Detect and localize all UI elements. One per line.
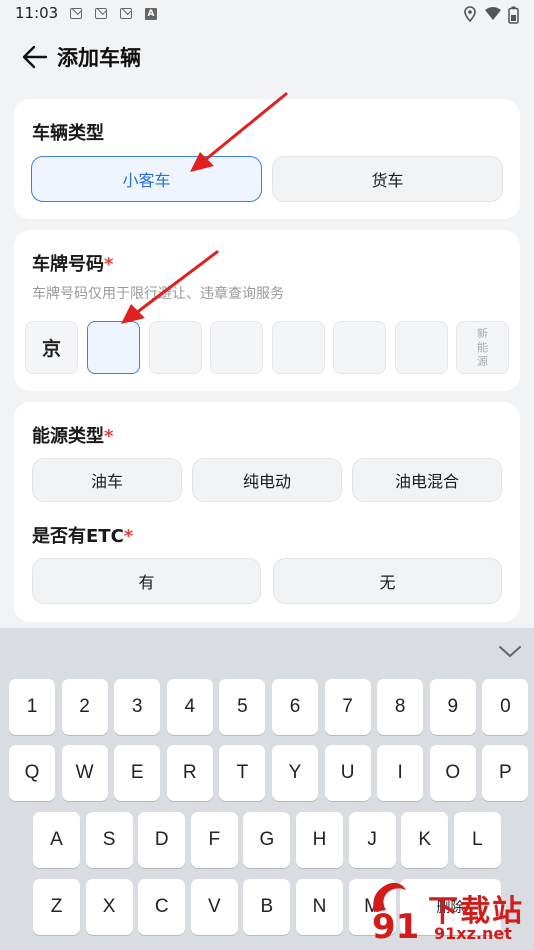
etc-title: 是否有ETC* bbox=[32, 526, 134, 547]
key-b[interactable]: B bbox=[243, 879, 291, 935]
vehicle-type-title: 车辆类型 bbox=[32, 123, 104, 144]
energy-type-title: 能源类型* bbox=[32, 426, 114, 447]
status-time: 11:03 bbox=[15, 4, 59, 22]
plate-char-input-4[interactable] bbox=[272, 321, 325, 374]
key-a[interactable]: A bbox=[33, 812, 80, 868]
plate-char-input-3[interactable] bbox=[210, 321, 263, 374]
app-header: 添加车辆 bbox=[0, 28, 534, 88]
new-energy-label-char: 新 bbox=[477, 326, 488, 340]
plate-char-input-6[interactable] bbox=[395, 321, 448, 374]
key-u[interactable]: U bbox=[324, 745, 371, 801]
key-0[interactable]: 0 bbox=[482, 679, 529, 735]
location-icon bbox=[464, 6, 476, 22]
key-2[interactable]: 2 bbox=[61, 679, 108, 735]
key-j[interactable]: J bbox=[348, 812, 396, 868]
vehicle-type-truck-button[interactable]: 货车 bbox=[272, 156, 503, 202]
key-q[interactable]: Q bbox=[9, 745, 55, 801]
page-title: 添加车辆 bbox=[57, 46, 141, 70]
key-6[interactable]: 6 bbox=[272, 679, 318, 735]
key-z[interactable]: Z bbox=[33, 879, 80, 935]
vehicle-type-car-button[interactable]: 小客车 bbox=[31, 156, 262, 202]
vehicle-type-card: 车辆类型 小客车 货车 bbox=[14, 99, 520, 219]
message-notification-icon bbox=[120, 8, 132, 19]
required-mark: * bbox=[123, 526, 134, 547]
plate-number-title: 车牌号码* bbox=[32, 254, 114, 275]
key-1[interactable]: 1 bbox=[9, 679, 55, 735]
key-g[interactable]: G bbox=[243, 812, 291, 868]
plate-province-selector[interactable]: 京 bbox=[25, 321, 78, 374]
energy-electric-button[interactable]: 纯电动 bbox=[192, 458, 342, 502]
key-3[interactable]: 3 bbox=[114, 679, 161, 735]
key-7[interactable]: 7 bbox=[324, 679, 371, 735]
plate-number-hint: 车牌号码仅用于限行避让、违章查询服务 bbox=[32, 286, 284, 302]
key-w[interactable]: W bbox=[61, 745, 108, 801]
site-watermark: 91 下载站 91xz.net bbox=[362, 872, 534, 950]
required-mark: * bbox=[104, 254, 114, 275]
new-energy-label-char: 源 bbox=[477, 354, 488, 368]
plate-number-card: 车牌号码* 车牌号码仅用于限行避让、违章查询服务 京 新 能 源 bbox=[14, 230, 520, 391]
watermark-logo-digits: 91 bbox=[372, 907, 419, 944]
plate-new-energy-slot[interactable]: 新 能 源 bbox=[456, 321, 509, 374]
key-c[interactable]: C bbox=[138, 879, 186, 935]
status-bar: 11:03 A bbox=[0, 0, 534, 28]
key-8[interactable]: 8 bbox=[377, 679, 424, 735]
plate-char-input-2[interactable] bbox=[149, 321, 202, 374]
battery-icon bbox=[508, 6, 519, 24]
key-d[interactable]: D bbox=[138, 812, 186, 868]
key-s[interactable]: S bbox=[85, 812, 133, 868]
energy-fuel-button[interactable]: 油车 bbox=[32, 458, 182, 502]
energy-etc-card: 能源类型* 油车 纯电动 油电混合 是否有ETC* 有 无 bbox=[14, 402, 520, 622]
required-mark: * bbox=[104, 426, 114, 447]
key-9[interactable]: 9 bbox=[429, 679, 476, 735]
key-v[interactable]: V bbox=[190, 879, 238, 935]
message-notification-icon bbox=[95, 8, 107, 19]
key-l[interactable]: L bbox=[453, 812, 501, 868]
key-e[interactable]: E bbox=[114, 745, 161, 801]
key-f[interactable]: F bbox=[190, 812, 238, 868]
key-r[interactable]: R bbox=[166, 745, 213, 801]
watermark-logo-icon: 91 bbox=[372, 882, 419, 944]
keyboard-collapse-chevron-icon[interactable] bbox=[498, 640, 522, 664]
etc-no-button[interactable]: 无 bbox=[273, 558, 502, 604]
key-i[interactable]: I bbox=[377, 745, 424, 801]
key-5[interactable]: 5 bbox=[219, 679, 266, 735]
plate-char-input-5[interactable] bbox=[333, 321, 386, 374]
key-p[interactable]: P bbox=[482, 745, 529, 801]
key-h[interactable]: H bbox=[296, 812, 343, 868]
key-4[interactable]: 4 bbox=[166, 679, 213, 735]
app-notification-icon: A bbox=[145, 8, 157, 20]
key-o[interactable]: O bbox=[429, 745, 476, 801]
plate-char-input-1[interactable] bbox=[87, 321, 140, 374]
key-y[interactable]: Y bbox=[272, 745, 318, 801]
key-n[interactable]: N bbox=[296, 879, 343, 935]
key-t[interactable]: T bbox=[219, 745, 266, 801]
key-x[interactable]: X bbox=[85, 879, 133, 935]
back-arrow-icon[interactable] bbox=[22, 44, 48, 70]
key-k[interactable]: K bbox=[401, 812, 449, 868]
energy-hybrid-button[interactable]: 油电混合 bbox=[352, 458, 502, 502]
watermark-url: 91xz.net bbox=[434, 924, 512, 943]
etc-yes-button[interactable]: 有 bbox=[32, 558, 261, 604]
new-energy-label-char: 能 bbox=[477, 340, 488, 354]
wifi-icon bbox=[485, 7, 501, 20]
message-notification-icon bbox=[70, 8, 82, 19]
